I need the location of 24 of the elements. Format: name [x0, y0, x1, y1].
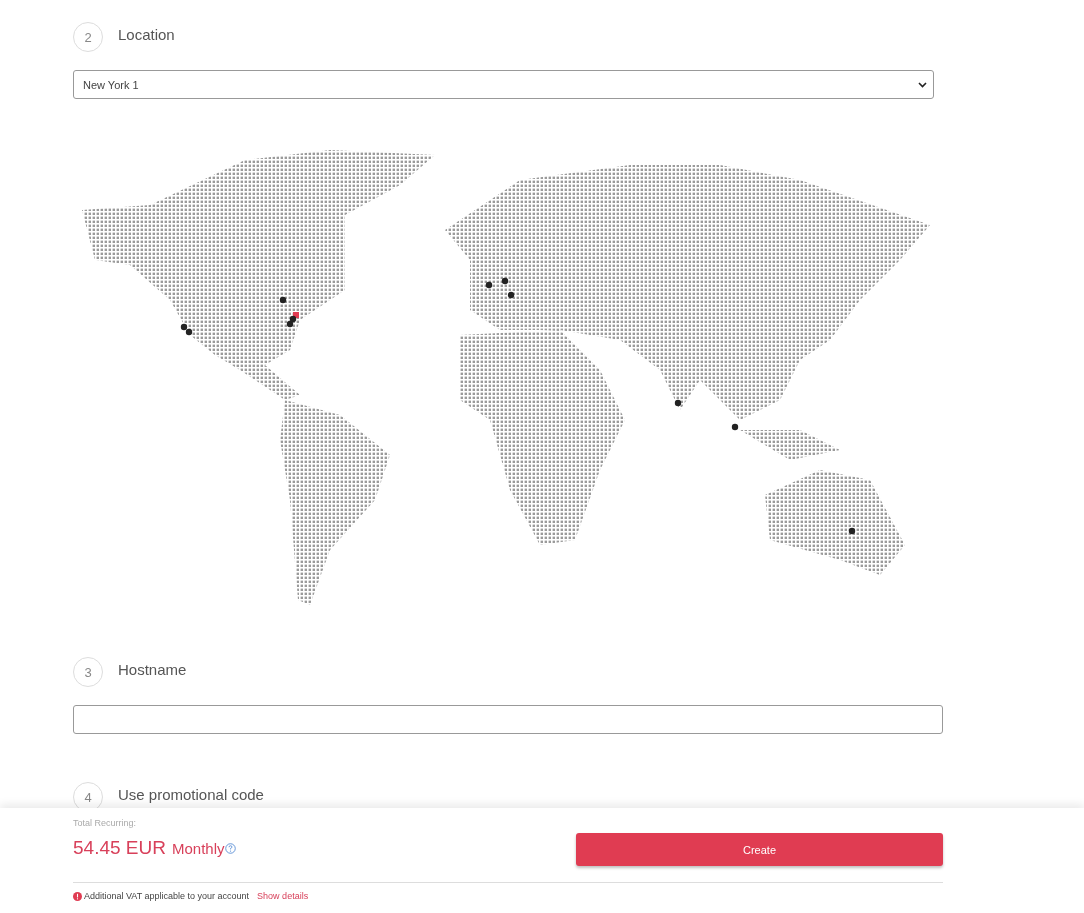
step-title: Hostname — [118, 660, 187, 678]
location-marker[interactable] — [180, 323, 188, 331]
price: 54.45 EUR — [73, 837, 166, 859]
total-label: Total Recurring: — [73, 818, 138, 828]
location-marker[interactable] — [185, 328, 193, 336]
location-marker[interactable] — [286, 320, 294, 328]
location-marker[interactable] — [507, 291, 515, 299]
location-select[interactable]: New York 1 — [73, 70, 934, 99]
chevron-down-icon — [918, 81, 927, 88]
location-marker[interactable] — [731, 423, 739, 431]
location-marker[interactable] — [674, 399, 682, 407]
billing-period: Monthly — [171, 840, 225, 857]
vat-notice: Additional VAT applicable to your account — [84, 891, 250, 901]
location-marker[interactable] — [279, 296, 287, 304]
hostname-field[interactable] — [73, 705, 943, 734]
location-marker[interactable] — [485, 281, 493, 289]
location-marker[interactable] — [848, 527, 856, 535]
step-title: Use promotional code — [118, 785, 264, 803]
location-marker[interactable] — [289, 315, 297, 323]
location-marker[interactable] — [501, 277, 509, 285]
create-button[interactable]: Create — [576, 833, 943, 866]
alert-icon — [73, 891, 82, 901]
step-title: Location — [118, 25, 175, 43]
show-details-link[interactable]: Show details — [257, 891, 309, 901]
